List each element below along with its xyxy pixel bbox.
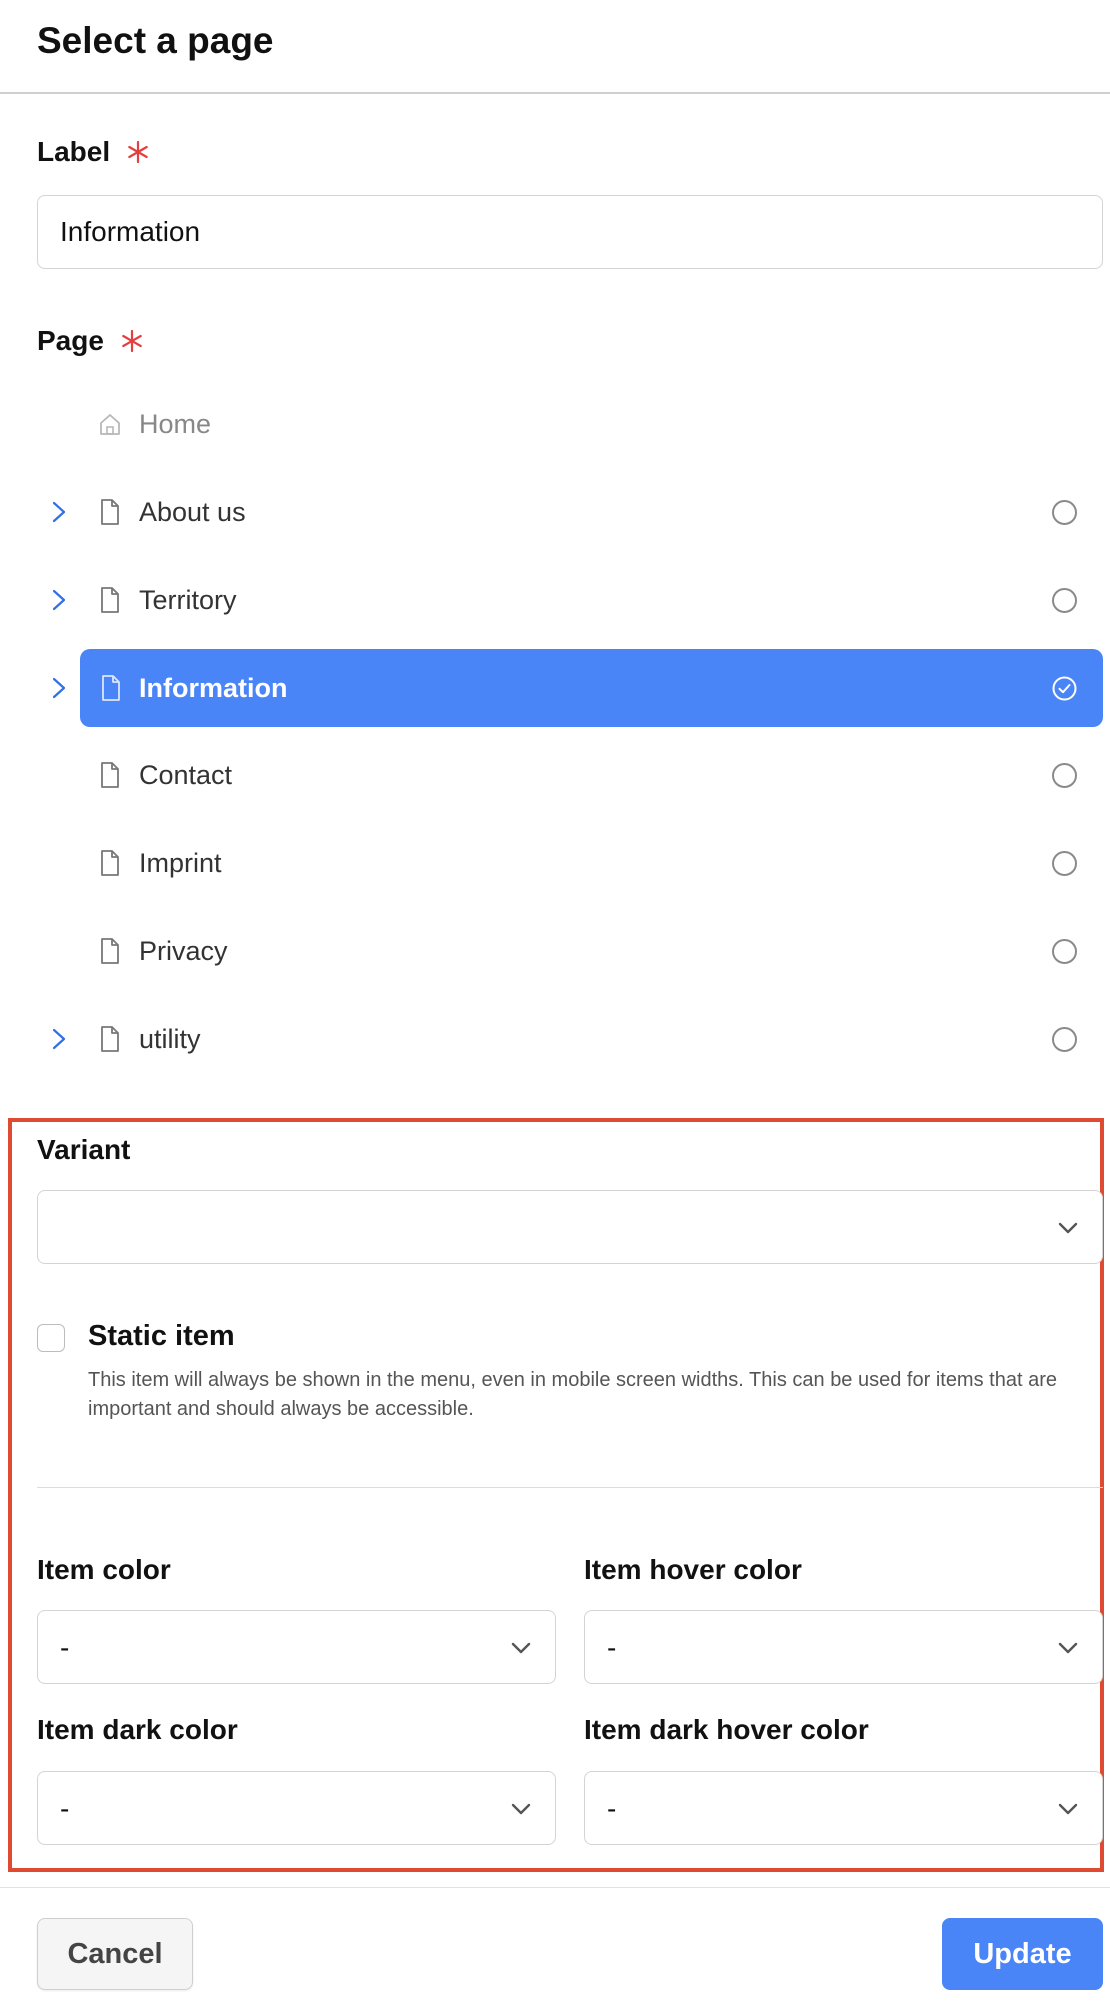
home-icon: [98, 409, 122, 439]
page-icon: [98, 936, 122, 966]
item-color-value: -: [60, 1632, 70, 1663]
label-input[interactable]: Information: [37, 195, 1103, 269]
page-icon: [98, 497, 122, 527]
chevron-down-icon: [1056, 1637, 1080, 1659]
static-item-label: Static item: [88, 1320, 235, 1352]
radio-button[interactable]: [1052, 1027, 1077, 1052]
item-color-select[interactable]: -: [37, 1610, 556, 1684]
tree-item-label: About us: [139, 497, 246, 527]
tree-item-privacy[interactable]: Privacy: [0, 912, 1110, 990]
chevron-down-icon: [1056, 1217, 1080, 1239]
chevron-down-icon: [1056, 1798, 1080, 1820]
item-dark-hover-color-value: -: [607, 1793, 617, 1824]
tree-item-label: utility: [139, 1024, 201, 1054]
static-item-checkbox[interactable]: [37, 1324, 65, 1352]
static-item-description: This item will always be shown in the me…: [88, 1369, 1057, 1420]
radio-button[interactable]: [1052, 939, 1077, 964]
chevron-right-icon[interactable]: [49, 586, 69, 614]
item-hover-color-label: Item hover color: [584, 1554, 802, 1585]
label-field-label: Label: [37, 136, 150, 168]
item-dark-color-select[interactable]: -: [37, 1771, 556, 1845]
chevron-down-icon: [509, 1637, 533, 1659]
variant-label: Variant: [37, 1134, 131, 1165]
tree-item-label: Privacy: [139, 936, 228, 966]
dialog-header: Select a page: [0, 0, 1110, 94]
label-field-label-text: Label: [37, 136, 111, 167]
radio-button[interactable]: [1052, 851, 1077, 876]
page-icon: [99, 673, 123, 703]
tree-item-label: Territory: [139, 585, 237, 615]
item-dark-color-value: -: [60, 1793, 70, 1824]
tree-item-about-us[interactable]: About us: [0, 473, 1110, 551]
chevron-right-icon[interactable]: [49, 1025, 69, 1053]
item-dark-hover-color-label: Item dark hover color: [584, 1714, 869, 1745]
chevron-right-icon[interactable]: [49, 674, 69, 702]
page-icon: [98, 848, 122, 878]
radio-button[interactable]: [1052, 500, 1077, 525]
variant-select[interactable]: [37, 1190, 1103, 1264]
tree-item-label: Home: [139, 409, 212, 439]
item-hover-color-value: -: [607, 1632, 617, 1663]
dialog-title: Select a page: [37, 20, 274, 61]
radio-button[interactable]: [1052, 763, 1077, 788]
item-dark-color-label: Item dark color: [37, 1714, 238, 1745]
radio-checked-icon[interactable]: [1052, 676, 1077, 701]
item-hover-color-select[interactable]: -: [584, 1610, 1103, 1684]
divider: [37, 1487, 1103, 1488]
chevron-down-icon: [509, 1798, 533, 1820]
tree-item-home[interactable]: Home: [0, 385, 1110, 463]
update-button[interactable]: Update: [942, 1918, 1103, 1990]
tree-item-territory[interactable]: Territory: [0, 561, 1110, 639]
required-asterisk-icon: [120, 329, 144, 353]
radio-button[interactable]: [1052, 588, 1077, 613]
item-dark-hover-color-select[interactable]: -: [584, 1771, 1103, 1845]
selected-row-highlight[interactable]: Information: [80, 649, 1103, 727]
page-icon: [98, 760, 122, 790]
tree-item-contact[interactable]: Contact: [0, 736, 1110, 814]
footer-divider: [0, 1887, 1110, 1888]
tree-item-label: Imprint: [139, 848, 222, 878]
cancel-button[interactable]: Cancel: [37, 1918, 193, 1990]
tree-item-label: Contact: [139, 760, 233, 790]
item-color-label: Item color: [37, 1554, 171, 1585]
tree-item-imprint[interactable]: Imprint: [0, 824, 1110, 902]
page-field-label: Page: [37, 325, 144, 357]
page-icon: [98, 1024, 122, 1054]
tree-item-information[interactable]: Information: [0, 649, 1110, 727]
tree-item-label: Information: [139, 673, 288, 703]
tree-item-utility[interactable]: utility: [0, 1000, 1110, 1078]
chevron-right-icon[interactable]: [49, 498, 69, 526]
required-asterisk-icon: [126, 140, 150, 164]
page-icon: [98, 585, 122, 615]
page-field-label-text: Page: [37, 325, 104, 356]
